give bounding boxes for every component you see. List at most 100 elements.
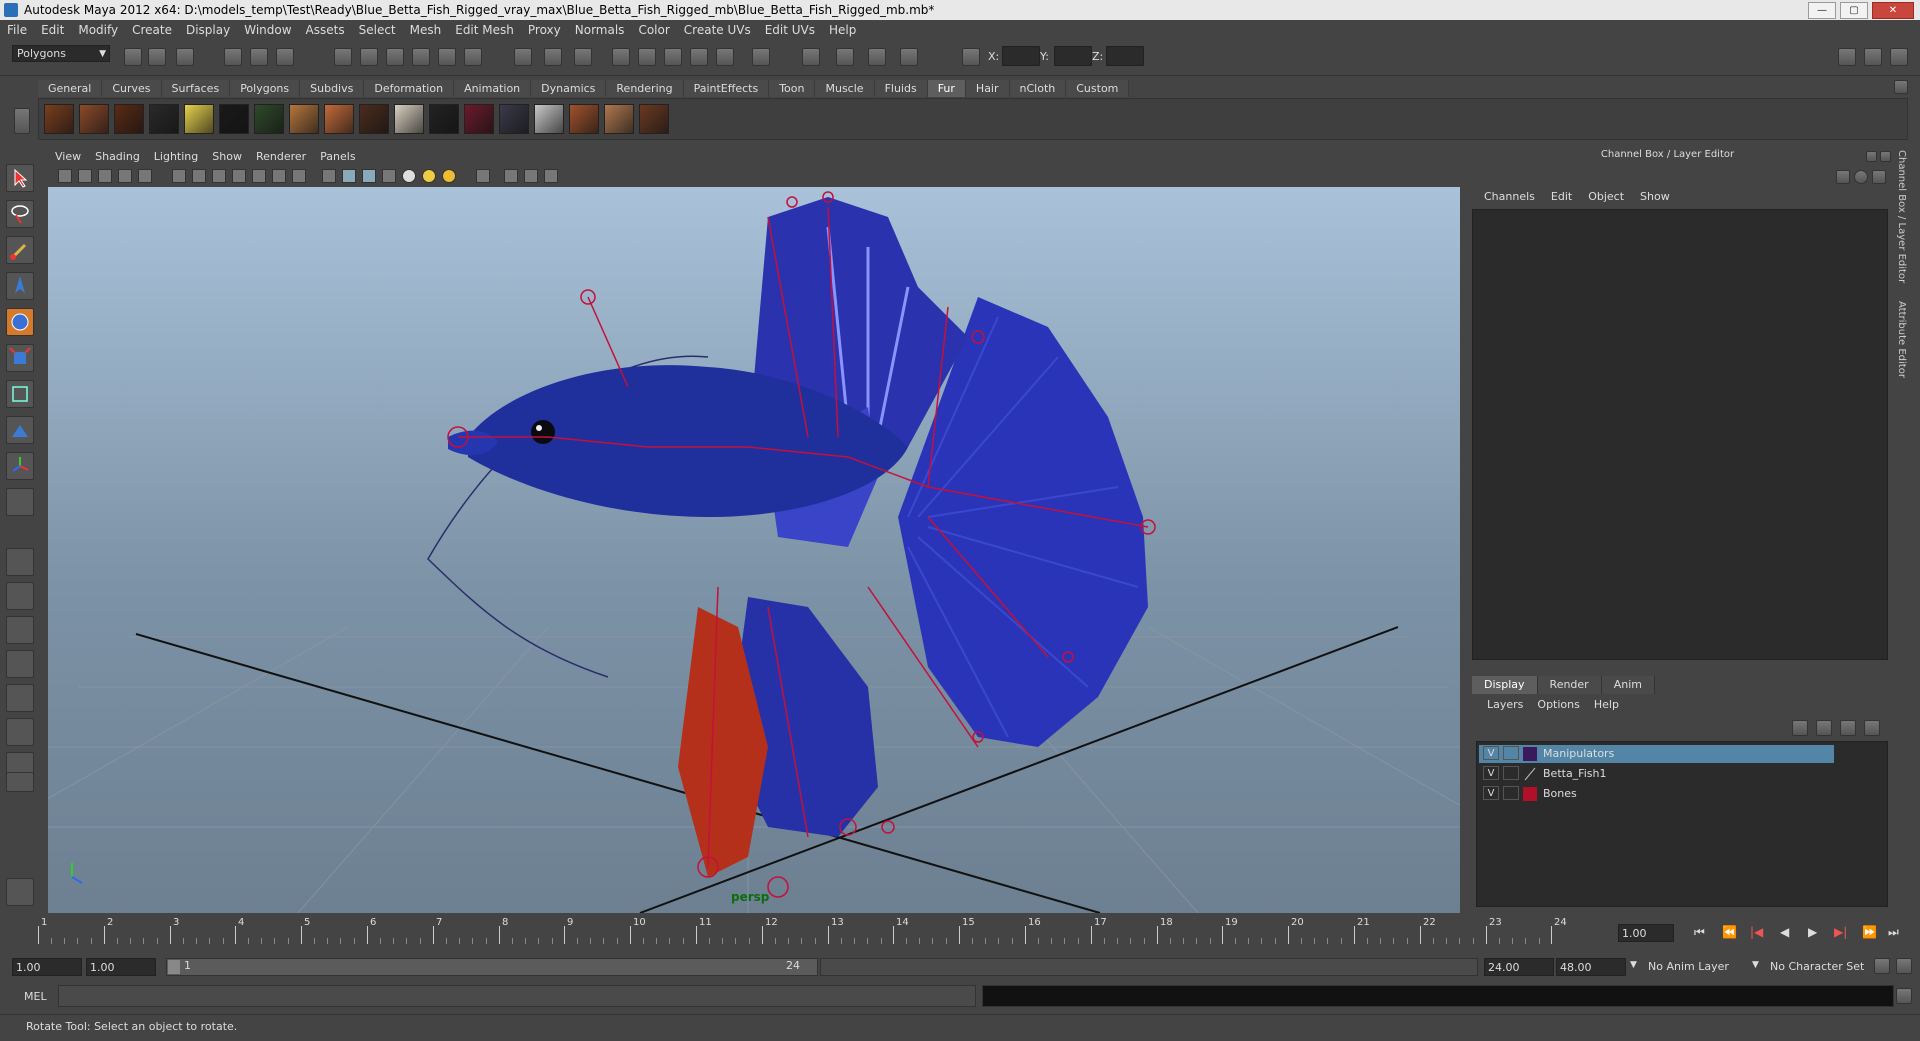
shelf-tab-fur[interactable]: Fur bbox=[927, 80, 966, 97]
shelf-tab-hair[interactable]: Hair bbox=[965, 80, 1010, 97]
current-frame-field[interactable]: 1.00 bbox=[1618, 924, 1674, 942]
play-forwards-button[interactable]: ▶ bbox=[1808, 925, 1817, 939]
step-back-frame-button[interactable]: |◀ bbox=[1750, 925, 1763, 939]
menu-window[interactable]: Window bbox=[237, 23, 298, 37]
snap-curve-icon[interactable] bbox=[360, 48, 378, 66]
layer-visibility-toggle[interactable]: V bbox=[1483, 746, 1499, 760]
shelf-tab-muscle[interactable]: Muscle bbox=[815, 80, 875, 97]
fur-preset-swatch[interactable] bbox=[394, 104, 424, 134]
fur-preset-swatch[interactable] bbox=[324, 104, 354, 134]
wireframe-on-shaded-icon[interactable] bbox=[362, 169, 376, 183]
input-line-icon[interactable] bbox=[752, 48, 770, 66]
channel-menu-channels[interactable]: Channels bbox=[1476, 190, 1543, 203]
script-editor-icon[interactable] bbox=[836, 48, 854, 66]
shadows-icon[interactable] bbox=[442, 169, 456, 183]
show-manipulator-icon[interactable] bbox=[6, 452, 34, 480]
menu-assets[interactable]: Assets bbox=[299, 23, 352, 37]
render-view-icon[interactable] bbox=[716, 48, 734, 66]
select-tool-icon[interactable] bbox=[6, 164, 34, 192]
fur-preset-swatch[interactable] bbox=[569, 104, 599, 134]
anim-layer-chevron-icon[interactable]: ▼ bbox=[1630, 960, 1637, 970]
lasso-tool-icon[interactable] bbox=[6, 200, 34, 228]
layer-playback-toggle[interactable] bbox=[1503, 766, 1519, 780]
menu-color[interactable]: Color bbox=[631, 23, 676, 37]
range-slider[interactable] bbox=[166, 958, 818, 976]
field-chart-icon[interactable] bbox=[252, 169, 266, 183]
more-layouts-icon[interactable] bbox=[6, 772, 34, 792]
animation-start-field[interactable]: 1.00 bbox=[12, 958, 82, 976]
wireframe-icon[interactable] bbox=[322, 169, 336, 183]
viewport-menu-shading[interactable]: Shading bbox=[88, 150, 147, 166]
new-layer-icon[interactable] bbox=[1840, 720, 1856, 736]
scale-tool-icon[interactable] bbox=[6, 344, 34, 372]
bookmark-icon[interactable] bbox=[98, 169, 112, 183]
fur-preset-swatch[interactable] bbox=[114, 104, 144, 134]
step-forward-key-button[interactable]: ⏩ bbox=[1862, 925, 1877, 939]
shelf-tab-curves[interactable]: Curves bbox=[102, 80, 162, 97]
fur-preset-swatch[interactable] bbox=[429, 104, 459, 134]
fur-preset-swatch[interactable] bbox=[534, 104, 564, 134]
channel-menu-show[interactable]: Show bbox=[1632, 190, 1678, 203]
shelf-tab-ncloth[interactable]: nCloth bbox=[1009, 80, 1067, 97]
menu-mesh[interactable]: Mesh bbox=[403, 23, 449, 37]
film-gate-icon[interactable] bbox=[192, 169, 206, 183]
make-live-icon[interactable] bbox=[438, 48, 456, 66]
fur-preset-swatch[interactable] bbox=[464, 104, 494, 134]
selection-mask-icon[interactable] bbox=[574, 48, 592, 66]
fur-preset-swatch[interactable] bbox=[359, 104, 389, 134]
frame-all-icon[interactable] bbox=[138, 169, 152, 183]
fur-preset-swatch[interactable] bbox=[639, 104, 669, 134]
fur-preset-swatch[interactable] bbox=[149, 104, 179, 134]
menu-display[interactable]: Display bbox=[179, 23, 237, 37]
go-to-start-button[interactable]: ⏮ bbox=[1694, 925, 1705, 940]
close-panel-icon[interactable] bbox=[1880, 151, 1891, 162]
open-scene-icon[interactable] bbox=[148, 48, 166, 66]
help-icon[interactable] bbox=[514, 48, 532, 66]
z-field[interactable] bbox=[1106, 46, 1144, 66]
viewport-menu-view[interactable]: View bbox=[48, 150, 88, 166]
time-slider[interactable] bbox=[12, 917, 1614, 947]
transform-mode-icon[interactable] bbox=[962, 48, 980, 66]
character-set-chevron-icon[interactable]: ▼ bbox=[1752, 960, 1759, 970]
layout-persp-outliner-icon[interactable] bbox=[6, 616, 34, 644]
perspective-viewport[interactable] bbox=[48, 187, 1460, 913]
ipr-render-icon[interactable] bbox=[638, 48, 656, 66]
channel-box-area[interactable] bbox=[1472, 209, 1888, 660]
snap-grid-icon[interactable] bbox=[334, 48, 352, 66]
last-used-tool-icon[interactable] bbox=[6, 488, 34, 516]
command-input[interactable] bbox=[58, 985, 976, 1007]
channel-box-icon[interactable] bbox=[1836, 170, 1850, 184]
layer-playback-toggle[interactable] bbox=[1503, 786, 1519, 800]
toggle-tool-settings-icon[interactable] bbox=[1864, 48, 1882, 66]
menu-file[interactable]: File bbox=[0, 23, 34, 37]
layout-persp-graph-hypergraph-icon[interactable] bbox=[6, 718, 34, 746]
fur-preset-swatch[interactable] bbox=[604, 104, 634, 134]
menu-set-dropdown[interactable]: Polygons ▼ bbox=[12, 45, 110, 62]
isolate-select-icon[interactable] bbox=[476, 169, 490, 183]
fur-preset-swatch[interactable] bbox=[184, 104, 214, 134]
menu-create-uvs[interactable]: Create UVs bbox=[677, 23, 758, 37]
select-component-icon[interactable] bbox=[276, 48, 294, 66]
layer-tab-display[interactable]: Display bbox=[1472, 676, 1538, 694]
toggle-attribute-editor-icon[interactable] bbox=[1838, 48, 1856, 66]
shelf-tab-polygons[interactable]: Polygons bbox=[230, 80, 301, 97]
render-frame-icon[interactable] bbox=[612, 48, 630, 66]
safe-title-icon[interactable] bbox=[292, 169, 306, 183]
xray-joints-icon[interactable] bbox=[524, 169, 538, 183]
y-field[interactable] bbox=[1054, 46, 1092, 66]
camera-select-icon[interactable] bbox=[58, 169, 72, 183]
camera-attributes-icon[interactable] bbox=[78, 169, 92, 183]
move-layer-up-icon[interactable] bbox=[1792, 720, 1808, 736]
toggle-channel-box-icon[interactable] bbox=[1890, 48, 1908, 66]
menu-edit-mesh[interactable]: Edit Mesh bbox=[448, 23, 521, 37]
image-plane-icon[interactable] bbox=[118, 169, 132, 183]
smooth-shade-icon[interactable] bbox=[342, 169, 356, 183]
menu-create[interactable]: Create bbox=[125, 23, 179, 37]
side-tab-attribute-editor[interactable]: Attribute Editor bbox=[1896, 301, 1907, 378]
quick-layout-icon[interactable] bbox=[6, 878, 34, 906]
panel-layout-icon[interactable] bbox=[802, 48, 820, 66]
menu-proxy[interactable]: Proxy bbox=[521, 23, 568, 37]
shelf-tab-general[interactable]: General bbox=[38, 80, 103, 97]
select-hierarchy-icon[interactable] bbox=[224, 48, 242, 66]
shelf-tab-toon[interactable]: Toon bbox=[769, 80, 816, 97]
